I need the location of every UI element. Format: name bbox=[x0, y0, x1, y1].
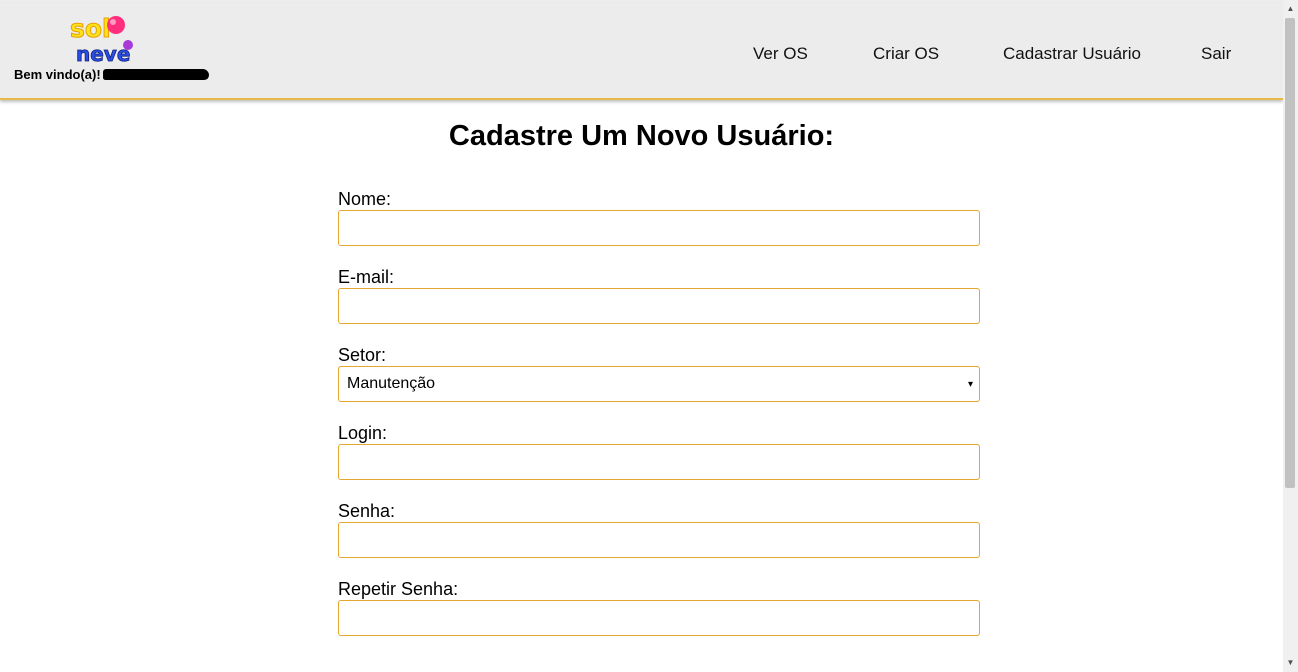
scrollbar-thumb[interactable] bbox=[1285, 18, 1295, 488]
senha-label: Senha: bbox=[338, 501, 396, 521]
nav-cadastrar-usuario[interactable]: Cadastrar Usuário bbox=[1003, 44, 1141, 64]
nav-sair[interactable]: Sair bbox=[1201, 44, 1231, 64]
setor-label: Setor: bbox=[338, 345, 387, 365]
setor-selected-value: Manutenção bbox=[347, 375, 436, 392]
nome-input[interactable] bbox=[338, 210, 980, 246]
page-title: Cadastre Um Novo Usuário: bbox=[448, 120, 835, 152]
redacted-username bbox=[102, 69, 209, 80]
repetir-senha-input[interactable] bbox=[338, 600, 980, 636]
repetir-senha-label: Repetir Senha: bbox=[338, 579, 459, 599]
navbar: sol neve Bem vindo(a)! Ver OS Criar OS C… bbox=[0, 3, 1283, 100]
senha-input[interactable] bbox=[338, 522, 980, 558]
nav-criar-os[interactable]: Criar OS bbox=[873, 44, 939, 64]
email-input[interactable] bbox=[338, 288, 980, 324]
scroll-up-icon[interactable]: ▲ bbox=[1283, 4, 1298, 13]
field-email: E-mail: bbox=[338, 266, 980, 344]
field-senha: Senha: bbox=[338, 500, 980, 578]
login-label: Login: bbox=[338, 423, 388, 443]
sol-neve-logo[interactable]: sol neve bbox=[66, 11, 142, 67]
chevron-down-icon: ▾ bbox=[967, 379, 973, 390]
svg-text:neve: neve bbox=[76, 42, 130, 66]
nome-label: Nome: bbox=[338, 189, 392, 209]
scroll-down-icon[interactable]: ▼ bbox=[1283, 658, 1298, 667]
welcome-message: Bem vindo(a)! bbox=[14, 67, 209, 82]
nav-ver-os[interactable]: Ver OS bbox=[753, 44, 808, 64]
svg-text:sol: sol bbox=[70, 14, 111, 43]
field-repetir-senha: Repetir Senha: bbox=[338, 578, 980, 656]
field-setor: Setor: Manutenção ▾ bbox=[338, 344, 980, 422]
setor-select[interactable]: Manutenção ▾ bbox=[338, 366, 980, 402]
vertical-scrollbar[interactable]: ▲ ▼ bbox=[1283, 0, 1298, 672]
field-login: Login: bbox=[338, 422, 980, 500]
login-input[interactable] bbox=[338, 444, 980, 480]
page: sol neve Bem vindo(a)! Ver OS Criar OS C… bbox=[0, 0, 1283, 672]
user-registration-form: Nome: E-mail: Setor: Manutenção ▾ Login:… bbox=[338, 188, 980, 656]
email-label: E-mail: bbox=[338, 267, 395, 287]
welcome-text: Bem vindo(a)! bbox=[14, 67, 101, 82]
field-nome: Nome: bbox=[338, 188, 980, 266]
